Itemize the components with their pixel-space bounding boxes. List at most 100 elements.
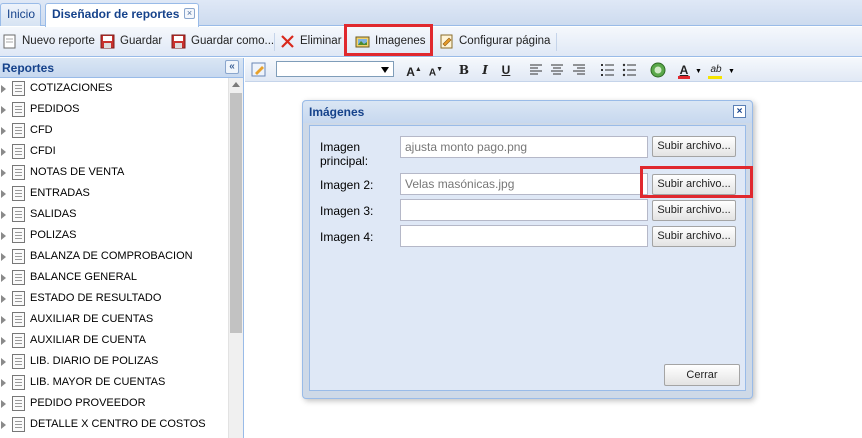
tree-item[interactable]: DETALLE X CENTRO DE COSTOS bbox=[0, 414, 228, 435]
expand-arrow-icon[interactable] bbox=[1, 358, 6, 366]
highlight-images-button bbox=[344, 24, 433, 56]
save-as-label: Guardar como... bbox=[191, 35, 275, 47]
font-shrink-button[interactable]: A▼ bbox=[427, 61, 445, 79]
tree-item[interactable]: LIB. DIARIO DE POLIZAS bbox=[0, 351, 228, 372]
expand-arrow-icon[interactable] bbox=[1, 232, 6, 240]
image-2-label: Imagen 2: bbox=[320, 178, 374, 192]
tab-inicio[interactable]: Inicio bbox=[0, 3, 41, 26]
tree-item-label: ESTADO DE RESULTADO bbox=[30, 292, 162, 304]
tree-item[interactable]: SALIDAS bbox=[0, 204, 228, 225]
tree-item[interactable]: COTIZACIONES bbox=[0, 78, 228, 99]
image-4-field[interactable] bbox=[400, 225, 648, 247]
collapse-panel-icon[interactable]: « bbox=[225, 60, 239, 74]
align-right-icon[interactable] bbox=[572, 63, 586, 77]
tab-report-designer[interactable]: Diseñador de reportes × bbox=[45, 3, 199, 27]
expand-arrow-icon[interactable] bbox=[1, 274, 6, 282]
expand-arrow-icon[interactable] bbox=[1, 190, 6, 198]
document-icon bbox=[12, 186, 25, 201]
expand-arrow-icon[interactable] bbox=[1, 253, 6, 261]
highlight-button[interactable]: ab bbox=[705, 61, 727, 79]
font-grow-label: A bbox=[406, 65, 415, 79]
tree-item[interactable]: ESTADO DE RESULTADO bbox=[0, 288, 228, 309]
tree-item[interactable]: AUXILIAR DE CUENTA bbox=[0, 330, 228, 351]
document-icon bbox=[12, 144, 25, 159]
close-icon[interactable]: × bbox=[733, 105, 746, 118]
upload-image-4-button[interactable]: Subir archivo... bbox=[652, 226, 736, 247]
expand-arrow-icon[interactable] bbox=[1, 106, 6, 114]
font-color-label: A bbox=[679, 63, 689, 77]
expand-arrow-icon[interactable] bbox=[1, 295, 6, 303]
document-icon bbox=[12, 249, 25, 264]
chevron-down-icon[interactable]: ▼ bbox=[695, 68, 702, 75]
bold-button[interactable]: B bbox=[455, 61, 473, 79]
tree-item[interactable]: BALANZA DE COMPROBACION bbox=[0, 246, 228, 267]
close-icon[interactable]: × bbox=[184, 8, 195, 19]
expand-arrow-icon[interactable] bbox=[1, 169, 6, 177]
reports-panel-header: Reportes « bbox=[0, 58, 243, 78]
source-edit-icon[interactable] bbox=[251, 62, 267, 78]
reports-tree: COTIZACIONES PEDIDOS CFD CFDI NOTAS DE VENTA… bbox=[0, 78, 228, 438]
tree-item[interactable]: NOTAS DE VENTA bbox=[0, 162, 228, 183]
tree-item[interactable]: CFDI bbox=[0, 141, 228, 162]
highlight-label: ab bbox=[710, 64, 722, 75]
new-report-icon bbox=[3, 34, 16, 49]
font-select[interactable] bbox=[276, 61, 394, 77]
close-dialog-button[interactable]: Cerrar bbox=[664, 364, 740, 386]
tree-item[interactable]: PEDIDOS bbox=[0, 99, 228, 120]
font-grow-button[interactable]: A▲ bbox=[405, 61, 423, 79]
tree-item[interactable]: PEDIDO PROVEEDOR bbox=[0, 393, 228, 414]
expand-arrow-icon[interactable] bbox=[1, 316, 6, 324]
expand-arrow-icon[interactable] bbox=[1, 379, 6, 387]
document-icon bbox=[12, 291, 25, 306]
tree-item[interactable]: AUXILIAR DE CUENTAS bbox=[0, 309, 228, 330]
font-color-button[interactable]: A bbox=[675, 61, 693, 79]
document-icon bbox=[12, 270, 25, 285]
tree-item[interactable]: BALANCE GENERAL bbox=[0, 267, 228, 288]
upload-main-button[interactable]: Subir archivo... bbox=[652, 136, 736, 157]
scroll-up-icon[interactable] bbox=[232, 82, 240, 87]
tree-scrollbar[interactable] bbox=[228, 78, 243, 438]
insert-link-icon[interactable] bbox=[649, 61, 667, 79]
expand-arrow-icon[interactable] bbox=[1, 400, 6, 408]
tree-item[interactable]: ENTRADAS bbox=[0, 183, 228, 204]
image-3-field[interactable] bbox=[400, 199, 648, 221]
tree-item-label: PEDIDOS bbox=[30, 103, 80, 115]
expand-arrow-icon[interactable] bbox=[1, 211, 6, 219]
page-setup-button[interactable]: Configurar página bbox=[439, 31, 550, 53]
save-as-button[interactable]: Guardar como... bbox=[171, 31, 274, 53]
chevron-down-icon[interactable]: ▼ bbox=[728, 68, 735, 75]
tree-item[interactable]: CFD bbox=[0, 120, 228, 141]
font-color-swatch bbox=[678, 76, 690, 79]
tree-item-label: BALANZA DE COMPROBACION bbox=[30, 250, 193, 262]
document-icon bbox=[12, 375, 25, 390]
image-main-field[interactable] bbox=[400, 136, 648, 158]
tree-item-label: LIB. MAYOR DE CUENTAS bbox=[30, 376, 166, 388]
expand-arrow-icon[interactable] bbox=[1, 148, 6, 156]
save-icon bbox=[100, 34, 115, 49]
scroll-thumb[interactable] bbox=[230, 93, 242, 333]
image-2-field[interactable] bbox=[400, 173, 648, 195]
image-4-label: Imagen 4: bbox=[320, 230, 374, 244]
tree-item-label: DETALLE X CENTRO DE COSTOS bbox=[30, 418, 206, 430]
expand-arrow-icon[interactable] bbox=[1, 127, 6, 135]
save-button[interactable]: Guardar bbox=[100, 31, 162, 53]
expand-arrow-icon[interactable] bbox=[1, 421, 6, 429]
tree-item[interactable]: LIB. MAYOR DE CUENTAS bbox=[0, 372, 228, 393]
italic-button[interactable]: I bbox=[476, 61, 494, 79]
underline-button[interactable]: U bbox=[497, 61, 515, 79]
tree-item[interactable]: POLIZAS bbox=[0, 225, 228, 246]
delete-button[interactable]: Eliminar bbox=[280, 31, 342, 53]
align-left-icon[interactable] bbox=[529, 63, 543, 77]
save-label: Guardar bbox=[120, 35, 163, 47]
bullet-list-icon[interactable] bbox=[622, 63, 637, 77]
upload-image-3-button[interactable]: Subir archivo... bbox=[652, 200, 736, 221]
tree-item-label: BALANCE GENERAL bbox=[30, 271, 137, 283]
new-report-button[interactable]: Nuevo reporte bbox=[2, 31, 95, 53]
expand-arrow-icon[interactable] bbox=[1, 85, 6, 93]
numbered-list-icon[interactable] bbox=[600, 63, 615, 77]
expand-arrow-icon[interactable] bbox=[1, 337, 6, 345]
tab-label: Diseñador de reportes bbox=[52, 7, 180, 21]
save-as-icon bbox=[171, 34, 186, 49]
panel-title: Reportes bbox=[2, 61, 55, 75]
align-center-icon[interactable] bbox=[550, 63, 564, 77]
